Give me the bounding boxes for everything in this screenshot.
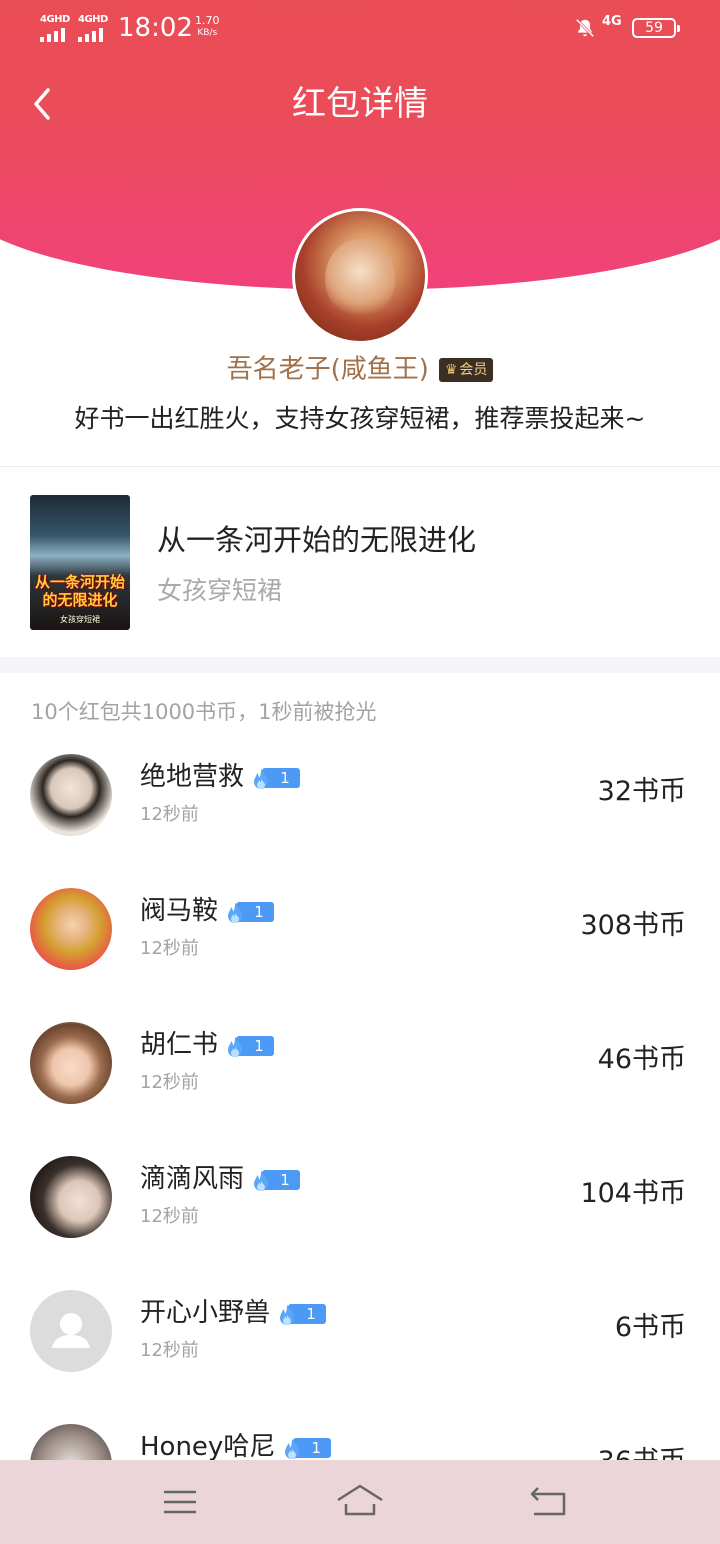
crown-icon: ♛ bbox=[444, 361, 458, 378]
system-nav-bar bbox=[0, 1460, 720, 1544]
vip-label: 会员 bbox=[459, 361, 488, 378]
recipient-amount: 32书币 bbox=[597, 776, 686, 807]
signal-icon: 4GHD bbox=[78, 14, 112, 42]
speed-unit: KB/s bbox=[197, 28, 218, 38]
recipient-time: 12秒前 bbox=[140, 1340, 199, 1361]
status-time: 18:02 bbox=[118, 13, 193, 43]
recipient-name[interactable]: 滴滴风雨 bbox=[140, 1164, 244, 1194]
sender-message: 好书一出红胜火，支持女孩穿短裙，推荐票投起来~ bbox=[74, 404, 646, 433]
recipient-name-line: 阀马鞍 1 bbox=[140, 894, 275, 928]
speed-value: 1.70 bbox=[195, 14, 220, 27]
list-item[interactable]: 胡仁书 1 12秒前 46书币 bbox=[0, 998, 720, 1132]
bell-off-icon bbox=[575, 18, 595, 38]
book-cover[interactable]: 从一条河开始的无限进化 女孩穿短裙 bbox=[30, 495, 130, 630]
recipient-name[interactable]: 阀马鞍 bbox=[140, 896, 218, 926]
network-speed: 1.70 KB/s bbox=[195, 15, 220, 39]
recipient-time: 12秒前 bbox=[140, 804, 199, 825]
status-bar: 4GHD 4GHD 18:02 1.70 KB/s 4G 59 bbox=[0, 0, 720, 56]
recipient-name[interactable]: 胡仁书 bbox=[140, 1030, 218, 1060]
menu-icon[interactable] bbox=[156, 1478, 204, 1526]
battery-icon: 59 bbox=[632, 18, 680, 38]
recipient-amount: 308书币 bbox=[580, 910, 686, 941]
level-badge: 1 bbox=[222, 1034, 275, 1058]
packet-summary: 10个红包共1000书币，1秒前被抢光 bbox=[31, 700, 377, 724]
recipient-name[interactable]: 绝地营救 bbox=[140, 762, 244, 792]
recipient-amount: 46书币 bbox=[597, 1044, 686, 1075]
vip-badge: ♛ 会员 bbox=[438, 357, 494, 382]
book-author: 女孩穿短裙 bbox=[157, 576, 283, 605]
list-item[interactable]: 开心小野兽 1 12秒前 6书币 bbox=[0, 1266, 720, 1400]
back-icon[interactable] bbox=[526, 1478, 574, 1526]
cover-title: 从一条河开始的无限进化 bbox=[34, 573, 125, 609]
section-divider bbox=[0, 657, 720, 673]
level-badge: 1 bbox=[279, 1436, 332, 1460]
home-icon[interactable] bbox=[336, 1478, 384, 1526]
recipient-name[interactable]: Honey哈尼 bbox=[140, 1432, 275, 1462]
level-badge: 1 bbox=[274, 1302, 327, 1326]
book-card[interactable]: 从一条河开始的无限进化 女孩穿短裙 从一条河开始的无限进化 女孩穿短裙 bbox=[0, 467, 720, 657]
avatar[interactable] bbox=[30, 1156, 112, 1238]
sender-avatar[interactable] bbox=[292, 208, 428, 344]
recipient-name[interactable]: 开心小野兽 bbox=[140, 1298, 270, 1328]
default-user-icon bbox=[52, 1313, 90, 1348]
level-badge: 1 bbox=[222, 900, 275, 924]
recipient-time: 12秒前 bbox=[140, 1072, 199, 1093]
recipient-time: 12秒前 bbox=[140, 1206, 199, 1227]
avatar[interactable] bbox=[30, 754, 112, 836]
sender-name[interactable]: 吾名老子(咸鱼王) bbox=[227, 355, 429, 385]
recipient-name-line: 胡仁书 1 bbox=[140, 1028, 275, 1062]
recipient-name-line: Honey哈尼 1 bbox=[140, 1430, 332, 1464]
recipient-amount: 104书币 bbox=[580, 1178, 686, 1209]
book-title[interactable]: 从一条河开始的无限进化 bbox=[157, 517, 476, 559]
page-title: 红包详情 bbox=[292, 84, 428, 124]
recipient-name-line: 开心小野兽 1 bbox=[140, 1296, 327, 1330]
avatar[interactable] bbox=[30, 888, 112, 970]
list-item[interactable]: 阀马鞍 1 12秒前 308书币 bbox=[0, 864, 720, 998]
recipient-name-line: 绝地营救 1 bbox=[140, 760, 301, 794]
flame-icon bbox=[228, 901, 243, 923]
flame-icon bbox=[254, 1169, 269, 1191]
list-item[interactable]: 滴滴风雨 1 12秒前 104书币 bbox=[0, 1132, 720, 1266]
flame-icon bbox=[285, 1437, 300, 1459]
signal-label: 4GHD bbox=[40, 14, 70, 25]
recipient-amount: 6书币 bbox=[614, 1312, 686, 1343]
cover-author: 女孩穿短裙 bbox=[60, 615, 100, 624]
red-packet-detail-page: 4GHD 4GHD 18:02 1.70 KB/s 4G 59 红包详情 吾名老… bbox=[0, 0, 720, 1544]
avatar[interactable] bbox=[30, 1290, 112, 1372]
flame-icon bbox=[254, 767, 269, 789]
list-item[interactable]: 绝地营救 1 12秒前 32书币 bbox=[0, 730, 720, 864]
sender-info: 吾名老子(咸鱼王) ♛ 会员 bbox=[0, 350, 720, 389]
avatar[interactable] bbox=[30, 1022, 112, 1104]
recipient-time: 12秒前 bbox=[140, 938, 199, 959]
level-badge: 1 bbox=[248, 1168, 301, 1192]
flame-icon bbox=[228, 1035, 243, 1057]
4g-icon: 4G bbox=[602, 14, 622, 29]
recipient-name-line: 滴滴风雨 1 bbox=[140, 1162, 301, 1196]
level-badge: 1 bbox=[248, 766, 301, 790]
signal-label: 4GHD bbox=[78, 14, 108, 25]
signal-icon: 4GHD bbox=[40, 14, 74, 42]
flame-icon bbox=[280, 1303, 295, 1325]
